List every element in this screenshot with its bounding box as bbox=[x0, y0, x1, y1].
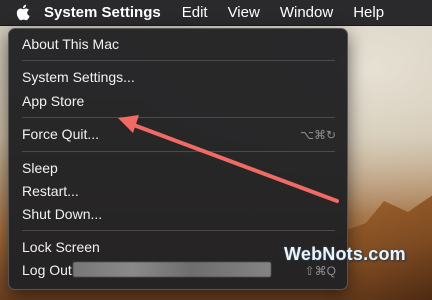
menu-item-system-settings[interactable]: System Settings... bbox=[22, 69, 135, 85]
menubar-item-window[interactable]: Window bbox=[280, 4, 333, 21]
force-quit-shortcut: ⌥⌘↻ bbox=[300, 128, 336, 142]
menubar-item-view[interactable]: View bbox=[228, 4, 260, 21]
menu-separator bbox=[22, 117, 335, 118]
blurred-username bbox=[73, 262, 271, 277]
menu-separator bbox=[22, 230, 335, 231]
menu-item-restart[interactable]: Restart... bbox=[22, 183, 79, 199]
menu-item-force-quit[interactable]: Force Quit... bbox=[22, 126, 99, 142]
menu-item-lock-screen[interactable]: Lock Screen bbox=[22, 239, 100, 255]
watermark-logo: WebNots.com bbox=[284, 244, 406, 264]
apple-logo-icon[interactable] bbox=[0, 0, 44, 26]
menu-item-app-store[interactable]: App Store bbox=[22, 93, 84, 109]
log-out-shortcut: ⇧⌘Q bbox=[304, 264, 336, 278]
menu-item-sleep[interactable]: Sleep bbox=[22, 160, 58, 176]
menu-bar: System Settings Edit View Window Help bbox=[0, 0, 432, 26]
menubar-app-name[interactable]: System Settings bbox=[44, 4, 161, 21]
menu-item-log-out[interactable]: Log Out bbox=[22, 262, 72, 278]
menu-item-shut-down[interactable]: Shut Down... bbox=[22, 206, 102, 222]
menu-separator bbox=[22, 60, 335, 61]
menu-item-about-this-mac[interactable]: About This Mac bbox=[22, 36, 119, 52]
menubar-item-help[interactable]: Help bbox=[353, 4, 384, 21]
menu-separator bbox=[22, 151, 335, 152]
menubar-item-edit[interactable]: Edit bbox=[182, 4, 208, 21]
